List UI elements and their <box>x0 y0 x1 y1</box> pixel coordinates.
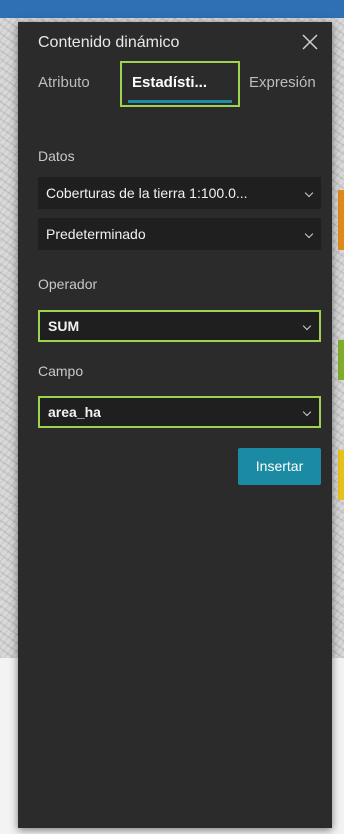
chevron-down-icon <box>302 321 312 331</box>
operator-select-value: SUM <box>48 318 80 334</box>
campo-label: Campo <box>38 363 84 379</box>
tab-atributo[interactable]: Atributo <box>38 74 90 91</box>
active-tab-highlight <box>120 61 240 107</box>
close-icon[interactable] <box>300 32 320 52</box>
panel-title: Contenido dinámico <box>38 34 180 51</box>
background-accent-strip <box>338 340 344 380</box>
close-icon-glyph <box>302 34 318 50</box>
operador-label: Operador <box>38 276 98 292</box>
tab-bar: Atributo Estadísti... Expresión <box>18 61 332 107</box>
view-select[interactable]: Predeterminado <box>38 218 321 250</box>
datos-label: Datos <box>38 148 75 164</box>
operator-select[interactable]: SUM <box>38 310 321 342</box>
field-select-value: area_ha <box>48 404 101 420</box>
view-select-value: Predeterminado <box>46 226 146 242</box>
background-accent-strip <box>338 190 344 250</box>
layer-select[interactable]: Coberturas de la tierra 1:100.0... <box>38 177 321 209</box>
chevron-down-icon <box>304 188 314 198</box>
insert-button[interactable]: Insertar <box>238 448 321 485</box>
dynamic-content-panel: Contenido dinámico Atributo Estadísti...… <box>18 22 332 828</box>
app-header-strip <box>0 0 344 18</box>
chevron-down-icon <box>304 229 314 239</box>
layer-select-value: Coberturas de la tierra 1:100.0... <box>46 185 248 201</box>
field-select[interactable]: area_ha <box>38 396 321 428</box>
tab-expresion[interactable]: Expresión <box>249 74 316 91</box>
background-accent-strip <box>338 450 344 500</box>
chevron-down-icon <box>302 407 312 417</box>
